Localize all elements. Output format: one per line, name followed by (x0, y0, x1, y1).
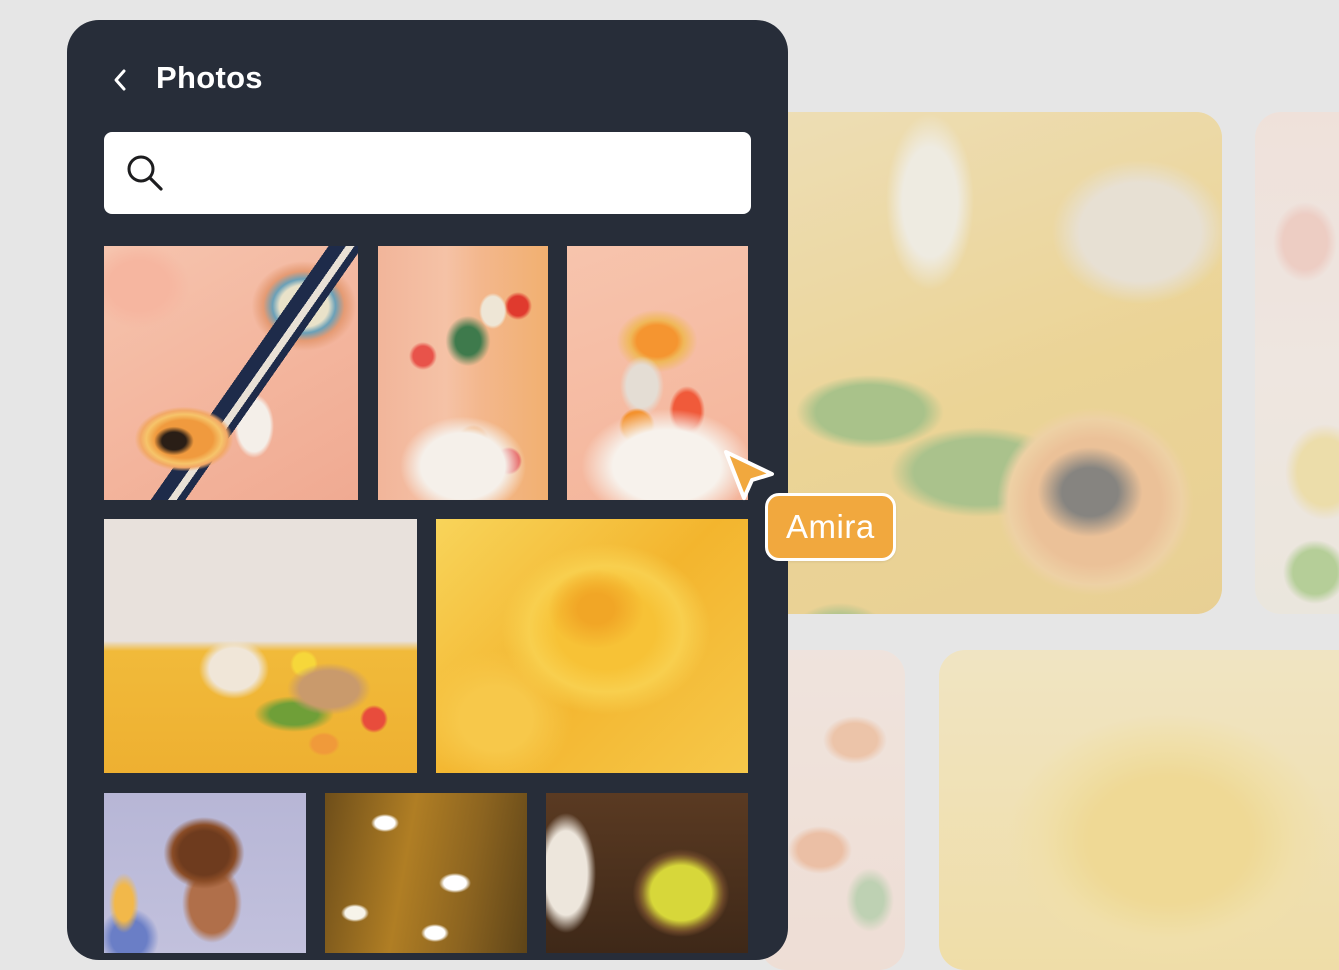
search-icon (127, 155, 163, 191)
collaborator-name-tag: Amira (765, 493, 896, 561)
search-bar[interactable] (104, 132, 751, 216)
photo-thumbnail-still-life-vases[interactable] (378, 246, 548, 500)
photo-thumbnail-woman-portrait[interactable] (104, 793, 306, 953)
photo-thumbnail-picnic[interactable] (104, 519, 417, 773)
canvas-image-yellow-flower (939, 650, 1339, 970)
search-input[interactable] (178, 132, 735, 216)
photo-thumbnail-papaya-scarf[interactable] (104, 246, 358, 500)
photo-thumbnail-yellow-flower[interactable] (436, 519, 748, 773)
panel-title: Photos (156, 60, 263, 95)
chevron-left-icon (114, 69, 126, 91)
photo-thumbnail-daisies[interactable] (325, 793, 527, 953)
photo-thumbnail-yellow-flowers-bowl[interactable] (546, 793, 748, 953)
panel-header: Photos (67, 20, 788, 130)
back-button[interactable] (105, 64, 137, 96)
canvas-image-still-life (1255, 112, 1339, 614)
photos-panel: Photos (67, 20, 788, 960)
